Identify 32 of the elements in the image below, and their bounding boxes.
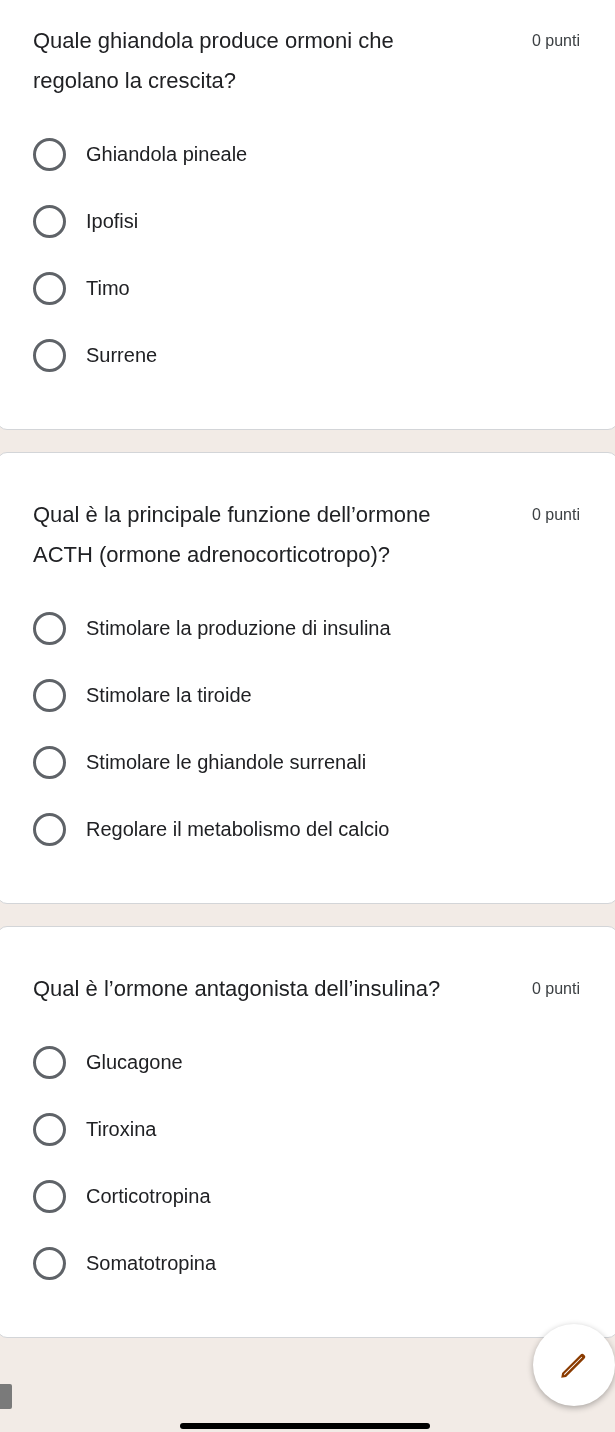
radio-button[interactable]: [33, 746, 66, 779]
points-label: 0 punti: [531, 979, 580, 999]
question-title: Qual è l’ormone antagonista dell’insulina?: [33, 975, 442, 1003]
option-label[interactable]: Glucagone: [86, 1051, 183, 1074]
edit-button[interactable]: [533, 1324, 615, 1406]
radio-button[interactable]: [33, 1113, 66, 1146]
option-label[interactable]: Stimolare le ghiandole surrenali: [86, 751, 367, 774]
option-label[interactable]: Timo: [86, 277, 130, 300]
radio-button[interactable]: [33, 1046, 66, 1079]
option-label[interactable]: Stimolare la tiroide: [86, 684, 252, 707]
radio-button[interactable]: [33, 339, 66, 372]
option-label[interactable]: Tiroxina: [86, 1118, 157, 1141]
option-label[interactable]: Regolare il metabolismo del calcio: [86, 818, 390, 841]
option-label[interactable]: Somatotropina: [86, 1252, 217, 1275]
radio-button[interactable]: [33, 813, 66, 846]
radio-button[interactable]: [33, 272, 66, 305]
radio-button[interactable]: [33, 205, 66, 238]
option-label[interactable]: Corticotropina: [86, 1185, 211, 1208]
radio-button[interactable]: [33, 1180, 66, 1213]
radio-button[interactable]: [33, 679, 66, 712]
option-label[interactable]: Ipofisi: [86, 210, 139, 233]
question-title: Quale ghiandola produce ormoni che regolano la crescita?: [33, 27, 395, 95]
radio-button[interactable]: [33, 138, 66, 171]
option-label[interactable]: Ghiandola pineale: [86, 143, 248, 166]
option-label[interactable]: Stimolare la produzione di insulina: [86, 617, 391, 640]
points-label: 0 punti: [531, 31, 580, 51]
radio-button[interactable]: [33, 1247, 66, 1280]
radio-button[interactable]: [33, 612, 66, 645]
points-label: 0 punti: [531, 505, 580, 525]
question-title: Qual è la principale funzione dell’ormone ACTH (ormone adrenocorticotropo)?: [33, 501, 432, 569]
scroll-marker: [0, 1384, 12, 1409]
option-label[interactable]: Surrene: [86, 344, 158, 367]
